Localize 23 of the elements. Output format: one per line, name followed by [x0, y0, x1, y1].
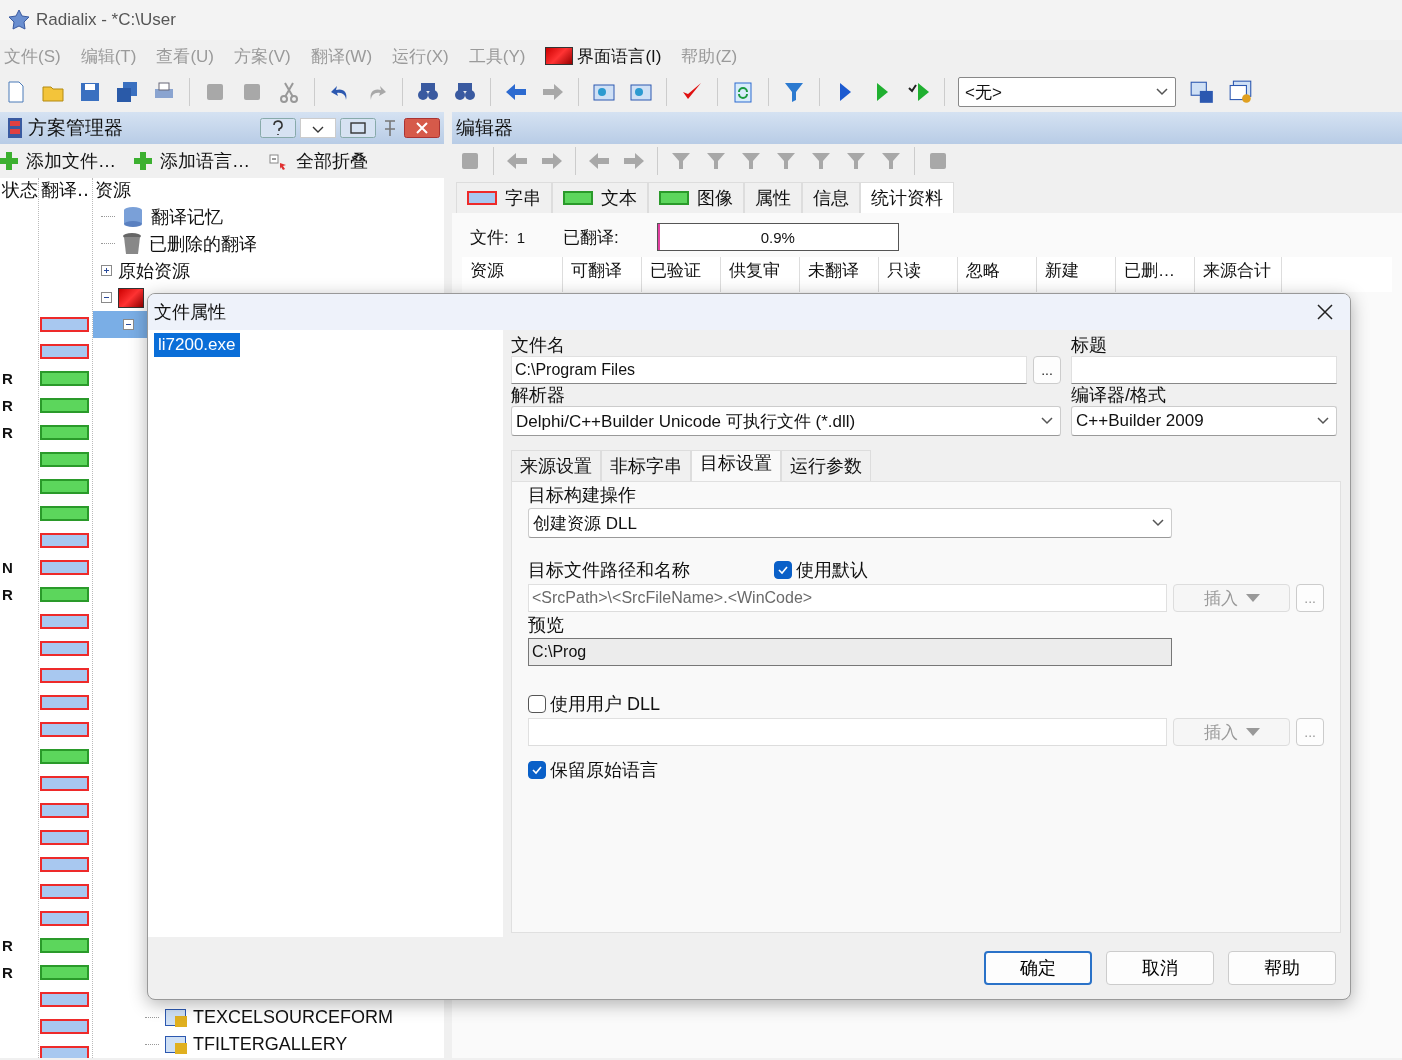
preview-field: C:\Prog	[528, 638, 1172, 666]
status-letter: N	[1, 559, 13, 576]
files-count: 1	[516, 228, 526, 246]
field-label: 目标文件路径和名称	[528, 559, 690, 581]
status-letter: R	[1, 937, 13, 954]
window-title: Radialix - *C:\User	[36, 10, 176, 30]
progress-reading: 0.9%	[760, 228, 795, 246]
dialog-title: 文件属性	[154, 301, 226, 324]
status-letter: R	[1, 964, 13, 981]
files-label: 文件:	[470, 226, 509, 249]
status-letter: R	[1, 586, 13, 603]
field-label: 预览	[528, 614, 565, 636]
status-letter: R	[1, 424, 13, 441]
field-label: 目标构建操作	[528, 484, 637, 506]
status-letter: R	[1, 397, 13, 414]
field-label: 编译器/格式	[1071, 384, 1167, 406]
field-label: 标题	[1071, 334, 1108, 356]
panel-title: 编辑器	[456, 116, 513, 140]
field-label: 文件名	[511, 334, 566, 356]
status-letter: R	[1, 370, 13, 387]
panel-title: 方案管理器	[28, 116, 123, 140]
field-label: 解析器	[511, 384, 566, 406]
translated-label: 已翻译:	[563, 226, 619, 249]
